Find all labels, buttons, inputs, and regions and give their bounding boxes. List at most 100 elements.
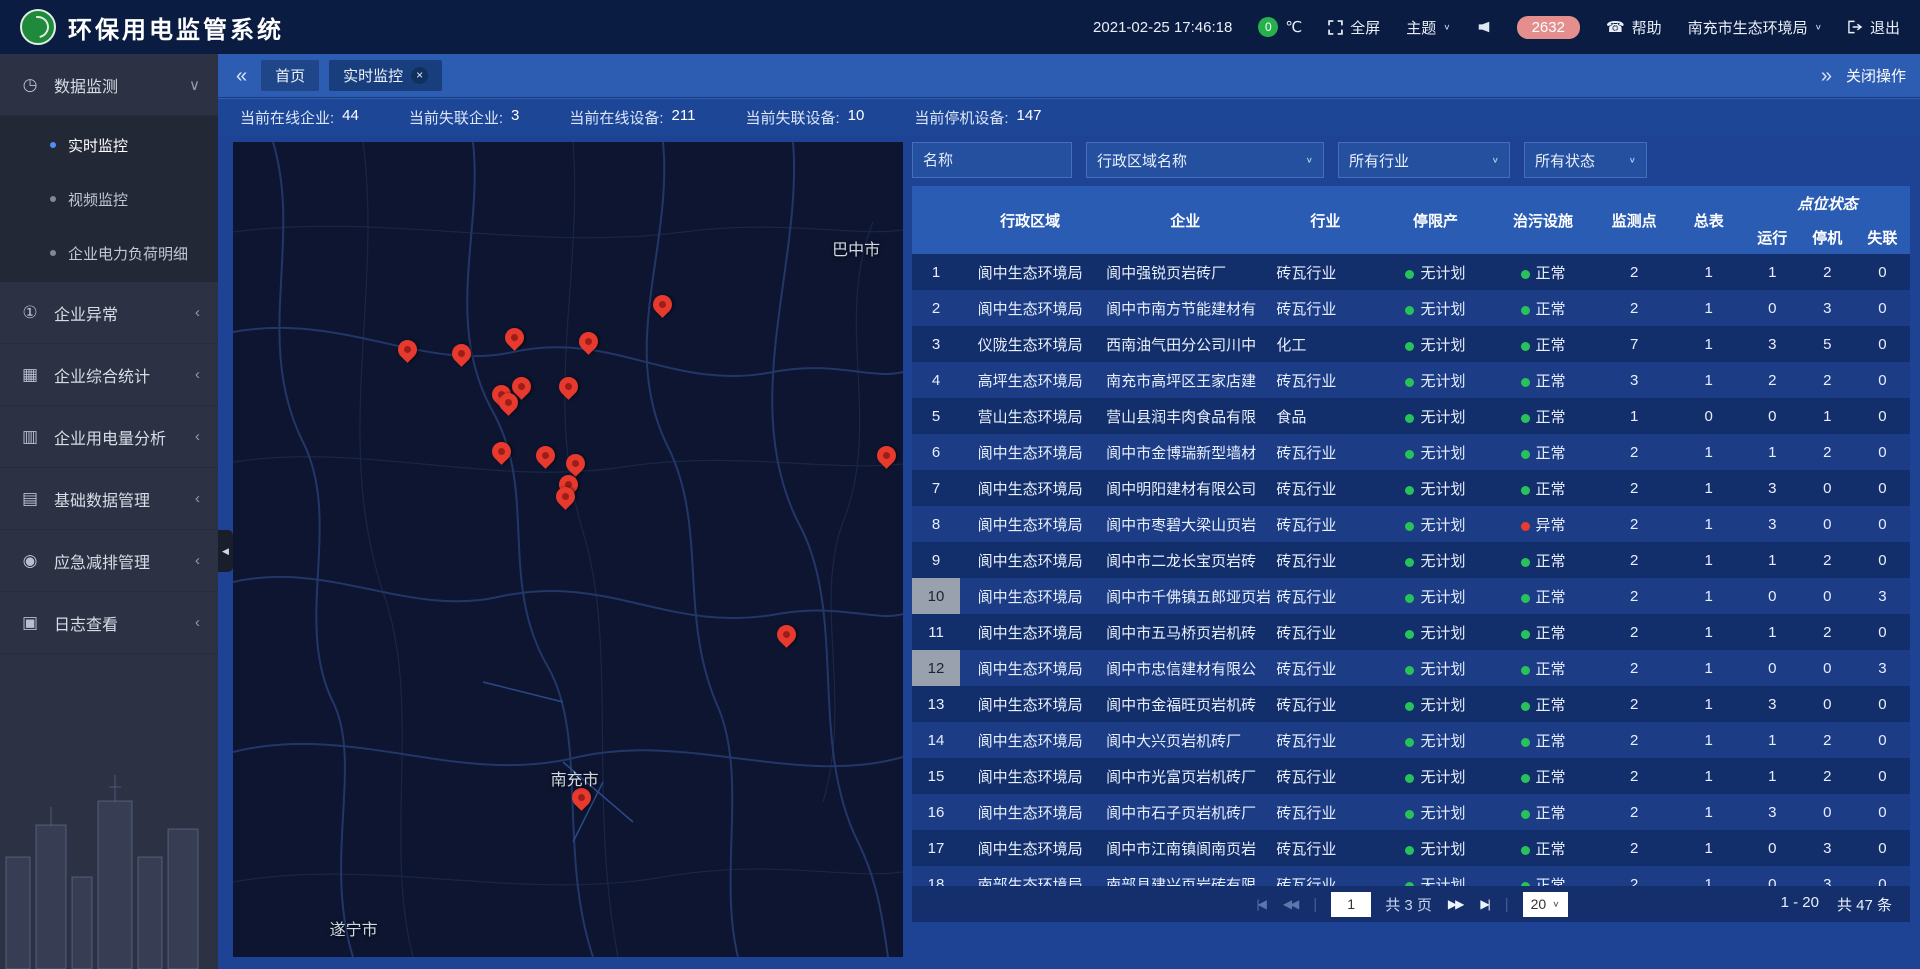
table-row[interactable]: 15阆中生态环境局阆中市光富页岩机砖厂砖瓦行业无计划正常21120: [912, 758, 1910, 794]
status-dot-icon: [1405, 270, 1414, 279]
sidebar-subitem-video-monitor[interactable]: 视频监控: [0, 172, 218, 226]
sidebar-item-log-view[interactable]: ▣日志查看‹: [0, 592, 218, 654]
tabs-scroll-right-icon[interactable]: »: [1817, 66, 1836, 86]
last-page-button[interactable]: ▶|: [1478, 897, 1490, 911]
page-number-input[interactable]: 1: [1331, 892, 1371, 917]
sidebar-item-data-monitoring[interactable]: ◷数据监测∨: [0, 54, 218, 116]
cell-industry: 砖瓦行业: [1270, 506, 1380, 542]
prev-page-button[interactable]: ◀◀: [1281, 897, 1299, 911]
org-dropdown[interactable]: 南充市生态环境局 ∨: [1688, 17, 1822, 38]
col-limit: 停限产: [1380, 186, 1490, 254]
table-row[interactable]: 10阆中生态环境局阆中市千佛镇五郎垭页岩砖瓦行业无计划正常21003: [912, 578, 1910, 614]
cell-points: 2: [1596, 254, 1673, 290]
status-filter-select[interactable]: 所有状态 ∨: [1524, 142, 1647, 178]
table-row[interactable]: 5营山生态环境局营山县润丰肉食品有限食品无计划正常10010: [912, 398, 1910, 434]
cell-stop: 2: [1800, 722, 1855, 758]
status-dot-icon: [1521, 558, 1530, 567]
sidebar-collapse-handle[interactable]: ◀: [218, 530, 233, 572]
tab-close-icon[interactable]: ×: [411, 67, 428, 84]
fullscreen-icon: [1328, 20, 1343, 35]
table-row[interactable]: 17阆中生态环境局阆中市江南镇阆南页岩砖瓦行业无计划正常21030: [912, 830, 1910, 866]
table-row[interactable]: 11阆中生态环境局阆中市五马桥页岩机砖砖瓦行业无计划正常21120: [912, 614, 1910, 650]
tab-realtime[interactable]: 实时监控×: [329, 60, 442, 91]
map-panel[interactable]: 巴中市南充市遂宁市: [233, 142, 903, 957]
cell-company: 阆中大兴页岩机砖厂: [1100, 722, 1270, 758]
cell-lost: 0: [1855, 398, 1910, 434]
status-dot-icon: [1521, 810, 1530, 819]
page-size-select[interactable]: 20 ∨: [1523, 892, 1568, 917]
theme-dropdown[interactable]: 主题 ∨: [1406, 17, 1450, 38]
sidebar-subitem-realtime-monitor[interactable]: 实时监控: [0, 118, 218, 172]
name-filter-input[interactable]: [912, 142, 1072, 178]
table-row[interactable]: 13阆中生态环境局阆中市金福旺页岩机砖砖瓦行业无计划正常21300: [912, 686, 1910, 722]
cell-points: 7: [1596, 326, 1673, 362]
sidebar-item-power-analysis[interactable]: ▥企业用电量分析‹: [0, 406, 218, 468]
cell-stop: 2: [1800, 542, 1855, 578]
col-facility: 治污设施: [1491, 186, 1596, 254]
sidebar-group-emergency-management: ◉应急减排管理‹: [0, 530, 218, 592]
cell-company: 阆中市五马桥页岩机砖: [1100, 614, 1270, 650]
cell-lost: 0: [1855, 326, 1910, 362]
status-dot-icon: [1521, 630, 1530, 639]
header-datetime: 2021-02-25 17:46:18: [1093, 19, 1232, 36]
alert-count-badge[interactable]: 2632: [1517, 16, 1580, 39]
cell-lost: 3: [1855, 650, 1910, 686]
cell-points: 2: [1596, 758, 1673, 794]
region-filter-select[interactable]: 行政区域名称 ∨: [1086, 142, 1324, 178]
cell-index: 10: [912, 578, 960, 614]
chevron-left-icon: ‹: [195, 490, 200, 507]
cell-stop: 0: [1800, 686, 1855, 722]
sidebar-item-enterprise-stats[interactable]: ▦企业综合统计‹: [0, 344, 218, 406]
announcement-button[interactable]: [1477, 20, 1491, 34]
cell-run: 1: [1745, 542, 1800, 578]
next-page-button[interactable]: ▶▶: [1446, 897, 1464, 911]
cell-region: 阆中生态环境局: [960, 434, 1100, 470]
stat-label: 当前停机设备:: [914, 107, 1008, 128]
table-row[interactable]: 6阆中生态环境局阆中市金博瑞新型墙材砖瓦行业无计划正常21120: [912, 434, 1910, 470]
table-row[interactable]: 14阆中生态环境局阆中大兴页岩机砖厂砖瓦行业无计划正常21120: [912, 722, 1910, 758]
close-operations-button[interactable]: 关闭操作: [1846, 65, 1906, 86]
table-row[interactable]: 9阆中生态环境局阆中市二龙长宝页岩砖砖瓦行业无计划正常21120: [912, 542, 1910, 578]
sidebar-item-emergency-management[interactable]: ◉应急减排管理‹: [0, 530, 218, 592]
table-row[interactable]: 12阆中生态环境局阆中市忠信建材有限公砖瓦行业无计划正常21003: [912, 650, 1910, 686]
first-page-button[interactable]: |◀: [1254, 897, 1266, 911]
table-row[interactable]: 4高坪生态环境局南充市高坪区王家店建砖瓦行业无计划正常31220: [912, 362, 1910, 398]
industry-filter-select[interactable]: 所有行业 ∨: [1338, 142, 1510, 178]
fullscreen-button[interactable]: 全屏: [1328, 17, 1380, 38]
sidebar-subitem-power-load-detail[interactable]: 企业电力负荷明细: [0, 226, 218, 280]
table-row[interactable]: 8阆中生态环境局阆中市枣碧大梁山页岩砖瓦行业无计划异常21300: [912, 506, 1910, 542]
alert-icon: ①: [18, 303, 42, 323]
help-button[interactable]: ☎ 帮助: [1606, 17, 1662, 38]
table-row[interactable]: 18南部生态环境局南部县建兴页岩砖有限砖瓦行业无计划正常21030: [912, 866, 1910, 886]
collapse-arrow-icon: ◀: [222, 546, 229, 557]
cell-meters: 1: [1673, 650, 1745, 686]
cell-stop: 3: [1800, 830, 1855, 866]
cell-facility: 正常: [1491, 758, 1596, 794]
status-dot-icon: [1405, 306, 1414, 315]
app-header: 环保用电监管系统 2021-02-25 17:46:18 0 ℃ 全屏 主题 ∨…: [0, 0, 1920, 54]
cell-limit: 无计划: [1380, 254, 1490, 290]
sidebar-item-enterprise-abnormal[interactable]: ①企业异常‹: [0, 282, 218, 344]
table-row[interactable]: 2阆中生态环境局阆中市南方节能建材有砖瓦行业无计划正常21030: [912, 290, 1910, 326]
table-row[interactable]: 1阆中生态环境局阆中强锐页岩砖厂砖瓦行业无计划正常21120: [912, 254, 1910, 290]
table-row[interactable]: 3仪陇生态环境局西南油气田分公司川中化工无计划正常71350: [912, 326, 1910, 362]
cell-limit: 无计划: [1380, 434, 1490, 470]
logout-button[interactable]: 退出: [1848, 17, 1900, 38]
sidebar-item-label: 基础数据管理: [54, 487, 195, 511]
cell-run: 0: [1745, 866, 1800, 886]
industry-filter-value: 所有行业: [1349, 150, 1409, 171]
table-row[interactable]: 16阆中生态环境局阆中市石子页岩机砖厂砖瓦行业无计划正常21300: [912, 794, 1910, 830]
sidebar-item-base-data[interactable]: ▤基础数据管理‹: [0, 468, 218, 530]
cell-run: 1: [1745, 758, 1800, 794]
cell-industry: 砖瓦行业: [1270, 686, 1380, 722]
chevron-left-icon: ‹: [195, 428, 200, 445]
sidebar-item-label: 日志查看: [54, 611, 195, 635]
enterprise-table: 行政区域 企业 行业 停限产 治污设施 监测点 总表 点位状态: [912, 186, 1910, 886]
theme-label: 主题: [1406, 17, 1436, 38]
table-row[interactable]: 7阆中生态环境局阆中明阳建材有限公司砖瓦行业无计划正常21300: [912, 470, 1910, 506]
cell-run: 3: [1745, 794, 1800, 830]
cell-stop: 1: [1800, 398, 1855, 434]
tabs-scroll-left-icon[interactable]: «: [232, 66, 251, 86]
cell-lost: 0: [1855, 758, 1910, 794]
tab-home[interactable]: 首页: [261, 60, 319, 91]
